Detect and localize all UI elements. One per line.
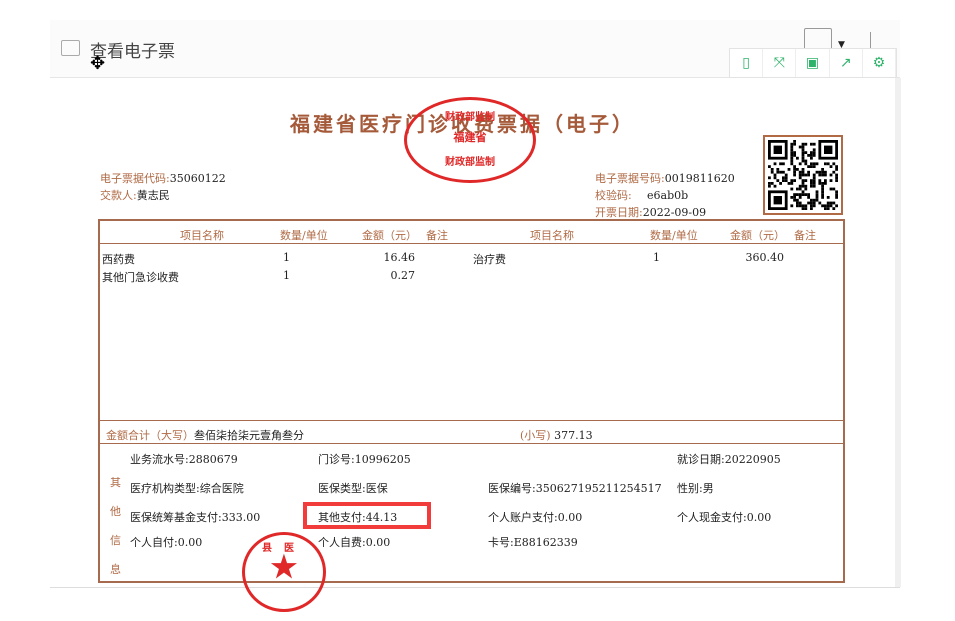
col-header-qty: 数量/单位 (280, 229, 328, 242)
finance-stamp: 财政部监制 福建省 财政部监制 (404, 97, 536, 183)
self-expense: 个人自费:0.00 (318, 536, 391, 549)
check-code: 校验码: e6ab0b (595, 189, 689, 202)
qr-code (763, 135, 843, 215)
stamp-bottom: 财政部监制 (445, 157, 495, 168)
insurance-type: 医保类型:医保 (318, 482, 388, 495)
item-qty: 1 (283, 251, 290, 264)
divider (50, 587, 900, 588)
col-header-amount: 金额（元） (362, 229, 417, 242)
card-number: 卡号:E88162339 (488, 536, 578, 549)
cash-payment: 个人现金支付:0.00 (677, 511, 772, 524)
item-amount: 360.40 (745, 251, 785, 264)
stamp-middle: 福建省 (453, 131, 487, 144)
share-icon[interactable]: ↗ (830, 49, 863, 77)
save-icon[interactable]: ▣ (796, 49, 830, 77)
item-qty: 1 (653, 251, 660, 264)
col-header-remark: 备注 (426, 229, 448, 242)
invoice-code: 电子票据代码:35060122 (100, 172, 226, 185)
col-header-name: 项目名称 (180, 229, 224, 242)
outpatient-number: 门诊号:10996205 (318, 453, 411, 466)
col-header-qty: 数量/单位 (650, 229, 698, 242)
col-header-name: 项目名称 (530, 229, 574, 242)
item-amount: 0.27 (390, 269, 416, 282)
payer: 交款人:黄志民 (100, 189, 170, 202)
invoice-number: 电子票据号码:0019811620 (595, 172, 735, 185)
inbox-icon (61, 40, 80, 56)
scrollbar[interactable] (895, 78, 901, 587)
insurance-number: 医保编号:350627195211254517 (488, 482, 662, 495)
stamp-top: 财政部监制 (445, 112, 495, 123)
other-info-label: 其他信息 (110, 476, 121, 576)
fullscreen-icon[interactable]: ⤧ (763, 49, 797, 77)
star-icon: ★ (270, 550, 298, 585)
account-payment: 个人账户支付:0.00 (488, 511, 583, 524)
item-name: 其他门急诊收费 (102, 271, 179, 284)
issue-date: 开票日期:2022-09-09 (595, 206, 707, 219)
col-header-remark: 备注 (794, 229, 816, 242)
item-name: 西药费 (102, 253, 135, 266)
move-cursor-icon: ✥ (90, 53, 106, 74)
institution-type: 医疗机构类型:综合医院 (130, 482, 244, 495)
visit-date: 就诊日期:20220905 (677, 453, 781, 466)
settings-icon[interactable]: ⚙ (863, 49, 897, 77)
gender: 性别:男 (677, 482, 714, 495)
printer-icon[interactable] (804, 28, 832, 50)
item-qty: 1 (283, 269, 290, 282)
total-uppercase: 金额合计（大写）叁佰柒拾柒元壹角叁分 (106, 429, 304, 442)
invoice-table: 项目名称 数量/单位 金额（元） 备注 项目名称 数量/单位 金额（元） 备注 … (98, 219, 845, 583)
item-amount: 16.46 (383, 251, 416, 264)
item-name: 治疗费 (473, 253, 506, 266)
hospital-stamp: 县医 ★ (242, 532, 326, 612)
col-header-amount: 金额（元） (730, 229, 785, 242)
toolbar: ▯ ⤧ ▣ ↗ ⚙ (729, 48, 897, 78)
serial-number: 业务流水号:2880679 (130, 453, 238, 466)
self-payment: 个人自付:0.00 (130, 536, 203, 549)
fund-payment: 医保统筹基金支付:333.00 (130, 511, 261, 524)
phone-icon[interactable]: ▯ (730, 49, 764, 77)
highlight-box (303, 502, 431, 529)
total-lowercase: (小写) 377.13 (520, 429, 593, 442)
